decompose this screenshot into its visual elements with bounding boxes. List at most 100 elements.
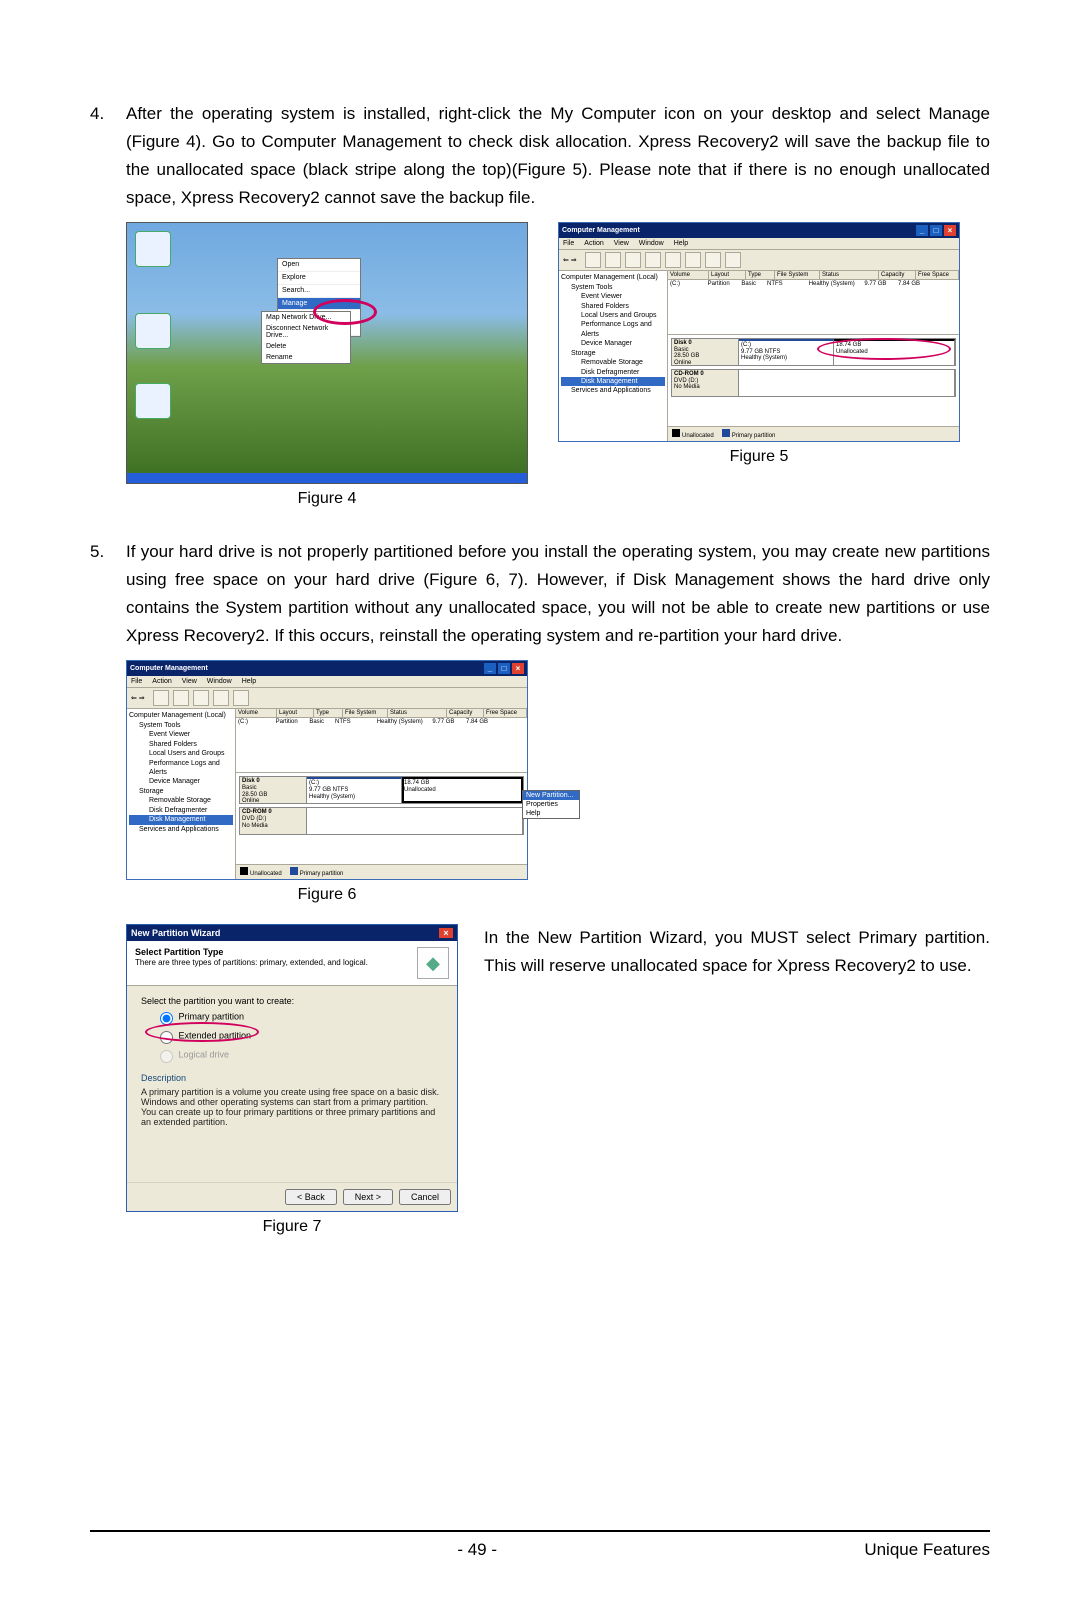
- wizard-subtext: There are three types of partitions: pri…: [135, 958, 368, 967]
- tree-item[interactable]: Disk Management: [561, 377, 665, 386]
- opt-logical-label: Logical drive: [179, 1050, 230, 1060]
- back-button[interactable]: < Back: [285, 1189, 337, 1205]
- step5-text: If your hard drive is not properly parti…: [126, 538, 990, 650]
- tree-item[interactable]: Event Viewer: [129, 730, 233, 739]
- tree-item[interactable]: System Tools: [561, 283, 665, 292]
- ctx-explore[interactable]: Explore: [278, 272, 360, 285]
- tool-button[interactable]: [605, 252, 621, 268]
- tool-button[interactable]: [685, 252, 701, 268]
- maximize-button[interactable]: □: [930, 225, 942, 236]
- menu-view[interactable]: View: [182, 678, 197, 685]
- tool-button[interactable]: [645, 252, 661, 268]
- volume-columns: Volume Layout Type File System Status Ca…: [236, 709, 527, 718]
- tree-item[interactable]: Performance Logs and Alerts: [561, 320, 665, 339]
- wizard-prompt: Select the partition you want to create:: [141, 996, 443, 1006]
- desktop-icon: [135, 231, 171, 267]
- menu-window[interactable]: Window: [207, 678, 232, 685]
- close-button[interactable]: ×: [439, 928, 453, 938]
- wizard-icon: ◆: [417, 947, 449, 979]
- menu-help[interactable]: Help: [242, 678, 256, 685]
- tree-item[interactable]: Performance Logs and Alerts: [129, 759, 233, 778]
- volume-list[interactable]: (C:) Partition Basic NTFS Healthy (Syste…: [668, 280, 959, 335]
- tree-item[interactable]: Storage: [561, 349, 665, 358]
- tree-item[interactable]: Services and Applications: [129, 825, 233, 834]
- step5-number: 5.: [90, 538, 126, 650]
- next-button[interactable]: Next >: [343, 1189, 393, 1205]
- volume-columns: Volume Layout Type File System Status Ca…: [668, 271, 959, 280]
- ctx-disconnect[interactable]: Disconnect Network Drive...: [262, 323, 350, 341]
- tree-view[interactable]: Computer Management (Local)System ToolsE…: [127, 709, 236, 879]
- tree-item[interactable]: Local Users and Groups: [561, 311, 665, 320]
- tree-item[interactable]: Storage: [129, 787, 233, 796]
- page-number: - 49 -: [457, 1540, 497, 1560]
- wizard-heading: Select Partition Type: [135, 947, 223, 957]
- ctx-search[interactable]: Search...: [278, 285, 360, 298]
- tree-view[interactable]: Computer Management (Local)System ToolsE…: [559, 271, 668, 441]
- tree-item[interactable]: Local Users and Groups: [129, 749, 233, 758]
- ctx-open[interactable]: Open: [278, 259, 360, 272]
- disk-map[interactable]: Disk 0 Basic 28.50 GB Online (C:) 9.77 G…: [236, 773, 527, 864]
- volume-list[interactable]: (C:) Partition Basic NTFS Healthy (Syste…: [236, 718, 527, 773]
- figure-4-desktop: Open Explore Search... Manage Create Sho…: [126, 222, 528, 484]
- menu-view[interactable]: View: [614, 240, 629, 247]
- ctx-properties[interactable]: Properties: [523, 800, 579, 809]
- toolbar: ⇐ ⇒: [127, 688, 527, 709]
- menu-action[interactable]: Action: [584, 240, 603, 247]
- ctx-new-partition[interactable]: New Partition...: [523, 791, 579, 800]
- ctx-rename[interactable]: Rename: [262, 352, 350, 363]
- tree-item[interactable]: Services and Applications: [561, 386, 665, 395]
- menu-bar[interactable]: File Action View Window Help: [127, 676, 527, 688]
- tool-button[interactable]: [725, 252, 741, 268]
- tree-item[interactable]: Computer Management (Local): [561, 273, 665, 282]
- tree-item[interactable]: Shared Folders: [561, 302, 665, 311]
- close-button[interactable]: ×: [944, 225, 956, 236]
- tree-item[interactable]: Device Manager: [129, 777, 233, 786]
- tool-button[interactable]: [193, 690, 209, 706]
- tree-item[interactable]: Disk Defragmenter: [561, 368, 665, 377]
- legend: Unallocated Primary partition: [236, 864, 527, 879]
- figure-6-computer-management: Computer Management _ □ × File Action Vi…: [126, 660, 528, 880]
- cdrom-row[interactable]: CD-ROM 0 DVD (D:) No Media: [671, 369, 956, 397]
- tool-button[interactable]: [705, 252, 721, 268]
- menu-file[interactable]: File: [563, 240, 574, 247]
- tree-item[interactable]: Computer Management (Local): [129, 711, 233, 720]
- tool-button[interactable]: [585, 252, 601, 268]
- tree-item[interactable]: Device Manager: [561, 339, 665, 348]
- tool-button[interactable]: [233, 690, 249, 706]
- menu-file[interactable]: File: [131, 678, 142, 685]
- radio-logical: [160, 1050, 173, 1063]
- figure-7-wizard: New Partition Wizard × Select Partition …: [126, 924, 458, 1212]
- tool-button[interactable]: [625, 252, 641, 268]
- ctx-help[interactable]: Help: [523, 809, 579, 818]
- cdrom-row[interactable]: CD-ROM 0 DVD (D:) No Media: [239, 807, 524, 835]
- tool-button[interactable]: [213, 690, 229, 706]
- toolbar: ⇐ ⇒: [559, 250, 959, 271]
- figure-4-caption: Figure 4: [298, 490, 357, 508]
- tree-item[interactable]: System Tools: [129, 721, 233, 730]
- maximize-button[interactable]: □: [498, 663, 510, 674]
- tree-item[interactable]: Event Viewer: [561, 292, 665, 301]
- tool-button[interactable]: [665, 252, 681, 268]
- wizard-title: New Partition Wizard: [131, 928, 220, 938]
- tree-item[interactable]: Removable Storage: [129, 796, 233, 805]
- figure-5-caption: Figure 5: [730, 448, 789, 466]
- tree-item[interactable]: Removable Storage: [561, 358, 665, 367]
- tool-button[interactable]: [153, 690, 169, 706]
- tool-button[interactable]: [173, 690, 189, 706]
- menu-action[interactable]: Action: [152, 678, 171, 685]
- cancel-button[interactable]: Cancel: [399, 1189, 451, 1205]
- menu-help[interactable]: Help: [674, 240, 688, 247]
- minimize-button[interactable]: _: [916, 225, 928, 236]
- tree-item[interactable]: Disk Defragmenter: [129, 806, 233, 815]
- legend: Unallocated Primary partition: [668, 426, 959, 441]
- ctx-delete[interactable]: Delete: [262, 341, 350, 352]
- context-menu-new-partition[interactable]: New Partition... Properties Help: [522, 790, 580, 819]
- minimize-button[interactable]: _: [484, 663, 496, 674]
- menu-bar[interactable]: File Action View Window Help: [559, 238, 959, 250]
- disk-row[interactable]: Disk 0 Basic 28.50 GB Online (C:) 9.77 G…: [239, 776, 524, 804]
- menu-window[interactable]: Window: [639, 240, 664, 247]
- disk-map[interactable]: Disk 0 Basic 28.50 GB Online (C:) 9.77 G…: [668, 335, 959, 426]
- tree-item[interactable]: Disk Management: [129, 815, 233, 824]
- tree-item[interactable]: Shared Folders: [129, 740, 233, 749]
- close-button[interactable]: ×: [512, 663, 524, 674]
